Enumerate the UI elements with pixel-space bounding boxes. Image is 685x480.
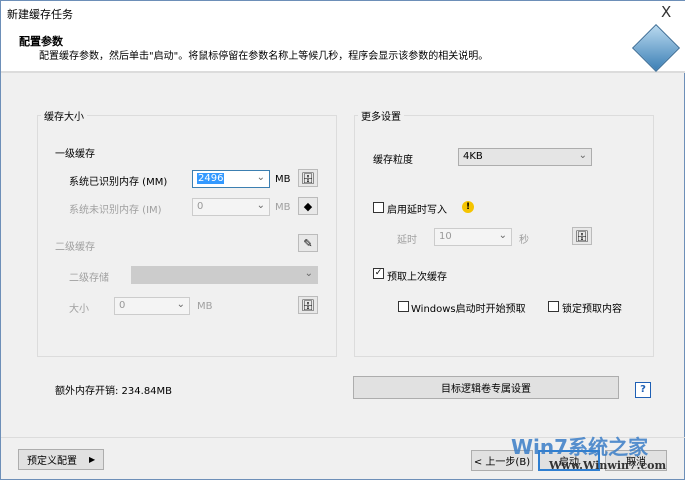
ram-chip-icon[interactable]: ◆ <box>298 197 318 215</box>
delay-settings-icon[interactable]: 🗄 <box>572 227 592 245</box>
header-description: 配置缓存参数，然后单击"启动"。将鼠标停留在参数名称上等候几秒，程序会显示该参数… <box>39 51 489 62</box>
size-value: 0 <box>119 300 126 311</box>
disk-icon[interactable]: ✎ <box>298 234 318 252</box>
granularity-label: 缓存粒度 <box>373 155 413 166</box>
delay-label: 延时 <box>397 235 417 246</box>
chevron-down-icon: ⌄ <box>256 200 265 211</box>
cache-size-label: 缓存大小 <box>41 108 87 123</box>
l1-label: 一级缓存 <box>55 149 95 160</box>
chevron-down-icon: ⌄ <box>176 299 185 310</box>
granularity-value: 4KB <box>463 151 483 162</box>
l2-storage-combo[interactable]: ⌄ <box>131 266 318 284</box>
delay-unit: 秒 <box>519 235 529 246</box>
preset-label: 预定义配置 <box>27 456 77 467</box>
size-combo[interactable]: 0 ⌄ <box>114 297 190 315</box>
win-start-label: Windows启动时开始预取 <box>411 304 526 315</box>
granularity-combo[interactable]: 4KB ⌄ <box>458 148 592 166</box>
im-value: 0 <box>197 201 204 212</box>
lock-checkbox[interactable] <box>548 301 559 312</box>
cache-app-icon <box>631 23 681 73</box>
memory-settings-icon[interactable]: 🗄 <box>298 169 318 187</box>
warning-icon: ! <box>462 201 474 213</box>
memory-overhead: 额外内存开销: 234.84MB <box>55 386 173 397</box>
mm-combo[interactable]: 2496 ⌄ <box>192 170 270 188</box>
l2-storage-label: 二级存储 <box>69 273 109 284</box>
l2-label: 二级缓存 <box>55 242 95 253</box>
im-label: 系统未识别内存 (IM) <box>69 205 162 216</box>
help-button[interactable]: ? <box>635 382 651 398</box>
win-start-checkbox[interactable] <box>398 301 409 312</box>
delay-write-label: 启用延时写入 <box>387 205 447 216</box>
chevron-right-icon: ▶ <box>89 455 96 464</box>
more-settings-label: 更多设置 <box>358 108 404 123</box>
prefetch-checkbox[interactable]: ✓ <box>373 268 384 279</box>
lock-label: 锁定预取内容 <box>562 304 622 315</box>
mm-value: 2496 <box>197 173 225 184</box>
chevron-down-icon: ⌄ <box>256 172 265 183</box>
size-label: 大小 <box>69 304 89 315</box>
close-button[interactable]: X <box>661 3 671 21</box>
delay-value: 10 <box>439 231 452 242</box>
delay-combo[interactable]: 10 ⌄ <box>434 228 512 246</box>
chevron-down-icon: ⌄ <box>578 150 587 161</box>
im-unit: MB <box>275 202 291 213</box>
chevron-down-icon: ⌄ <box>498 230 507 241</box>
delay-write-checkbox[interactable] <box>373 202 384 213</box>
target-volume-settings-button[interactable]: 目标逻辑卷专属设置 <box>353 376 619 399</box>
watermark-logo: Win7系统之家 <box>511 435 649 459</box>
watermark-url: Www.Winwin7.com <box>549 459 667 472</box>
prefetch-label: 预取上次缓存 <box>387 272 447 283</box>
wizard-header: 配置参数 配置缓存参数，然后单击"启动"。将鼠标停留在参数名称上等候几秒，程序会… <box>1 23 685 73</box>
size-settings-icon[interactable]: 🗄 <box>298 296 318 314</box>
size-unit: MB <box>197 301 213 312</box>
chevron-down-icon: ⌄ <box>304 268 313 279</box>
title-bar: 新建缓存任务 X <box>1 1 685 25</box>
window-title: 新建缓存任务 <box>7 8 73 21</box>
mm-unit: MB <box>275 174 291 185</box>
mm-label: 系统已识别内存 (MM) <box>69 177 168 188</box>
preset-config-button[interactable]: 预定义配置 ▶ <box>18 449 104 470</box>
im-combo[interactable]: 0 ⌄ <box>192 198 270 216</box>
